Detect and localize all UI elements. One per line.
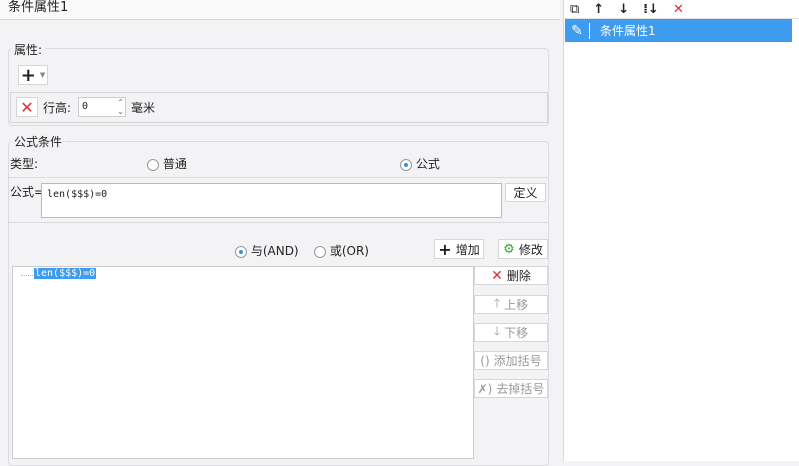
define-button[interactable]: 定义 (505, 183, 546, 202)
attributes-legend: 属性: (11, 41, 46, 58)
row-height-label: 行高: (43, 101, 72, 115)
plus-icon: + (438, 239, 452, 259)
toolbar: ⧉ ↑ ↓ ⁞↓ ✕ (564, 0, 799, 19)
row-height-input[interactable]: 0 (82, 101, 88, 112)
row-height-spinner[interactable]: 0 ⌃ ⌄ (78, 97, 126, 117)
close-icon: ✕ (20, 97, 34, 117)
arrow-up-icon: 🡑 (493, 296, 501, 310)
divider (9, 177, 549, 178)
formula-legend: 公式条件 (11, 133, 66, 150)
gear-edit-icon: ⚙ (503, 241, 515, 257)
formula-input[interactable]: len($$$)=0 (41, 183, 502, 218)
remove-attribute-button[interactable]: ✕ (16, 97, 38, 117)
panel-title: 条件属性1 (0, 0, 560, 20)
spinner-arrows-icon[interactable]: ⌃ ⌄ (117, 98, 124, 116)
copy-icon[interactable]: ⧉ (570, 2, 579, 17)
radio-normal[interactable]: 普通 (147, 155, 187, 172)
move-down-icon[interactable]: ↓ (618, 2, 629, 17)
tree-line (21, 275, 33, 276)
add-parentheses-button[interactable]: () 添加括号 (474, 351, 548, 370)
condition-item[interactable]: len($$$)=0 (34, 268, 97, 279)
arrow-down-icon: 🡓 (493, 324, 501, 338)
condition-list-panel: ⧉ ↑ ↓ ⁞↓ ✕ ✎ 条件属性1 (563, 0, 799, 461)
move-up-icon[interactable]: ↑ (593, 2, 604, 17)
condition-list[interactable]: len($$$)=0 (12, 266, 474, 459)
chevron-down-icon: ▼ (39, 71, 46, 79)
type-label: 类型: (10, 157, 39, 171)
move-up-button[interactable]: 🡑 上移 (474, 295, 548, 314)
parentheses-icon: () (480, 353, 490, 368)
delete-button[interactable]: ✕ 删除 (474, 266, 548, 285)
close-icon: ✕ (491, 267, 503, 284)
formula-label: 公式= (10, 185, 45, 199)
pencil-icon: ✎ (565, 22, 590, 39)
radio-and[interactable]: 与(AND) (235, 242, 299, 259)
unit-label: 毫米 (131, 101, 156, 115)
delete-icon[interactable]: ✕ (673, 2, 684, 17)
remove-parentheses-button[interactable]: ✗) 去掉括号 (474, 379, 548, 398)
add-attribute-button[interactable]: + ▼ (18, 64, 48, 86)
list-item[interactable]: ✎ 条件属性1 (565, 19, 792, 42)
radio-or[interactable]: 或(OR) (314, 242, 369, 259)
remove-parentheses-icon: ✗) (477, 381, 493, 396)
add-button[interactable]: + 增加 (434, 239, 484, 259)
radio-formula[interactable]: 公式 (400, 155, 440, 172)
divider (9, 222, 549, 223)
modify-button[interactable]: ⚙ 修改 (498, 239, 548, 259)
move-to-bottom-icon[interactable]: ⁞↓ (643, 2, 659, 17)
move-down-button[interactable]: 🡓 下移 (474, 323, 548, 342)
plus-icon: + (20, 64, 36, 86)
